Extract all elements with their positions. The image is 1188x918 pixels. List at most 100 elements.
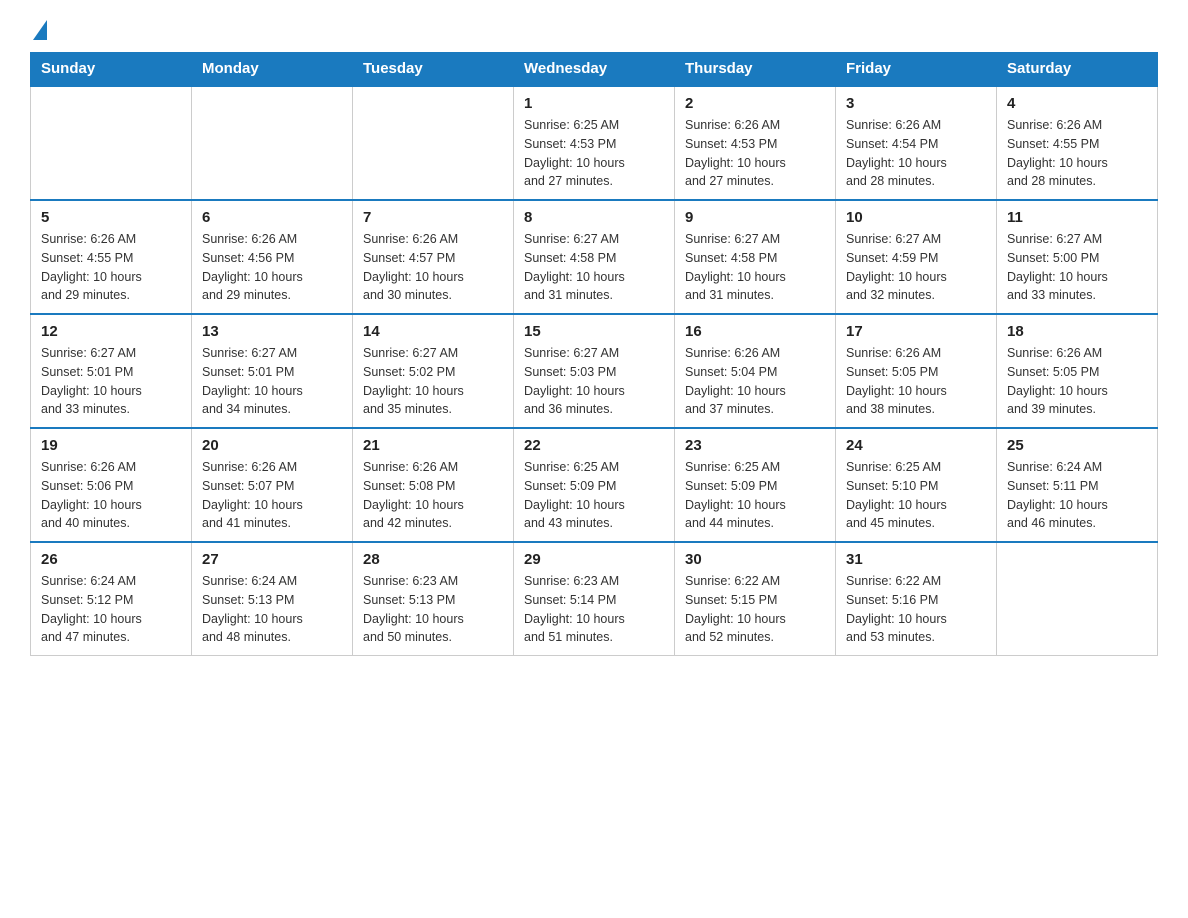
day-info: Sunrise: 6:27 AMSunset: 4:58 PMDaylight:…: [524, 230, 664, 305]
day-number: 5: [41, 209, 181, 226]
day-number: 31: [846, 551, 986, 568]
day-info: Sunrise: 6:26 AMSunset: 5:05 PMDaylight:…: [1007, 344, 1147, 419]
day-number: 27: [202, 551, 342, 568]
day-number: 15: [524, 323, 664, 340]
day-number: 19: [41, 437, 181, 454]
calendar-cell: 25 Sunrise: 6:24 AMSunset: 5:11 PMDayligh…: [997, 428, 1158, 542]
calendar-cell: 27 Sunrise: 6:24 AMSunset: 5:13 PMDayligh…: [192, 542, 353, 656]
calendar-week-3: 12 Sunrise: 6:27 AMSunset: 5:01 PMDayligh…: [31, 314, 1158, 428]
calendar-cell: 26Sunrise: 6:24 AMSunset: 5:12 PMDayligh…: [31, 542, 192, 656]
day-info: Sunrise: 6:26 AMSunset: 5:07 PMDaylight:…: [202, 458, 342, 533]
day-info: Sunrise: 6:26 AMSunset: 4:57 PMDaylight:…: [363, 230, 503, 305]
day-info: Sunrise: 6:24 AMSunset: 5:13 PMDaylight:…: [202, 572, 342, 647]
day-info: Sunrise: 6:26 AMSunset: 4:53 PMDaylight:…: [685, 116, 825, 191]
weekday-header-friday: Friday: [836, 52, 997, 86]
calendar-cell: [997, 542, 1158, 656]
calendar-cell: 19 Sunrise: 6:26 AMSunset: 5:06 PMDayligh…: [31, 428, 192, 542]
day-info: Sunrise: 6:27 AMSunset: 5:02 PMDaylight:…: [363, 344, 503, 419]
day-number: 8: [524, 209, 664, 226]
calendar-cell: 31 Sunrise: 6:22 AMSunset: 5:16 PMDayligh…: [836, 542, 997, 656]
calendar-cell: 22 Sunrise: 6:25 AMSunset: 5:09 PMDayligh…: [514, 428, 675, 542]
calendar-week-2: 5 Sunrise: 6:26 AMSunset: 4:55 PMDaylight…: [31, 200, 1158, 314]
day-info: Sunrise: 6:26 AMSunset: 4:54 PMDaylight:…: [846, 116, 986, 191]
weekday-header-tuesday: Tuesday: [353, 52, 514, 86]
logo: [30, 20, 47, 42]
calendar-table: SundayMondayTuesdayWednesdayThursdayFrid…: [30, 52, 1158, 656]
day-number: 16: [685, 323, 825, 340]
calendar-cell: [353, 86, 514, 200]
day-info: Sunrise: 6:23 AMSunset: 5:14 PMDaylight:…: [524, 572, 664, 647]
day-info: Sunrise: 6:22 AMSunset: 5:15 PMDaylight:…: [685, 572, 825, 647]
day-number: 30: [685, 551, 825, 568]
day-info: Sunrise: 6:27 AMSunset: 4:59 PMDaylight:…: [846, 230, 986, 305]
calendar-cell: 3 Sunrise: 6:26 AMSunset: 4:54 PMDaylight…: [836, 86, 997, 200]
day-number: 3: [846, 95, 986, 112]
calendar-cell: 21 Sunrise: 6:26 AMSunset: 5:08 PMDayligh…: [353, 428, 514, 542]
day-info: Sunrise: 6:26 AMSunset: 4:55 PMDaylight:…: [41, 230, 181, 305]
calendar-cell: 12 Sunrise: 6:27 AMSunset: 5:01 PMDayligh…: [31, 314, 192, 428]
calendar-week-1: 1Sunrise: 6:25 AMSunset: 4:53 PMDaylight…: [31, 86, 1158, 200]
calendar-cell: 6 Sunrise: 6:26 AMSunset: 4:56 PMDaylight…: [192, 200, 353, 314]
calendar-cell: 18 Sunrise: 6:26 AMSunset: 5:05 PMDayligh…: [997, 314, 1158, 428]
logo-triangle-icon: [33, 20, 47, 40]
weekday-header-thursday: Thursday: [675, 52, 836, 86]
day-number: 25: [1007, 437, 1147, 454]
calendar-cell: 11 Sunrise: 6:27 AMSunset: 5:00 PMDayligh…: [997, 200, 1158, 314]
calendar-cell: 24Sunrise: 6:25 AMSunset: 5:10 PMDayligh…: [836, 428, 997, 542]
weekday-header-sunday: Sunday: [31, 52, 192, 86]
calendar-cell: 14 Sunrise: 6:27 AMSunset: 5:02 PMDayligh…: [353, 314, 514, 428]
calendar-cell: [31, 86, 192, 200]
calendar-cell: 2Sunrise: 6:26 AMSunset: 4:53 PMDaylight…: [675, 86, 836, 200]
day-info: Sunrise: 6:24 AMSunset: 5:11 PMDaylight:…: [1007, 458, 1147, 533]
day-number: 22: [524, 437, 664, 454]
calendar-week-4: 19 Sunrise: 6:26 AMSunset: 5:06 PMDayligh…: [31, 428, 1158, 542]
calendar-cell: 1Sunrise: 6:25 AMSunset: 4:53 PMDaylight…: [514, 86, 675, 200]
day-number: 28: [363, 551, 503, 568]
day-info: Sunrise: 6:24 AMSunset: 5:12 PMDaylight:…: [41, 572, 181, 647]
day-number: 9: [685, 209, 825, 226]
day-info: Sunrise: 6:27 AMSunset: 4:58 PMDaylight:…: [685, 230, 825, 305]
page-header: [30, 20, 1158, 42]
day-info: Sunrise: 6:26 AMSunset: 5:04 PMDaylight:…: [685, 344, 825, 419]
calendar-cell: 13Sunrise: 6:27 AMSunset: 5:01 PMDayligh…: [192, 314, 353, 428]
day-info: Sunrise: 6:27 AMSunset: 5:01 PMDaylight:…: [41, 344, 181, 419]
day-number: 1: [524, 95, 664, 112]
day-number: 17: [846, 323, 986, 340]
calendar-cell: 29 Sunrise: 6:23 AMSunset: 5:14 PMDayligh…: [514, 542, 675, 656]
calendar-cell: [192, 86, 353, 200]
day-info: Sunrise: 6:23 AMSunset: 5:13 PMDaylight:…: [363, 572, 503, 647]
calendar-cell: 30 Sunrise: 6:22 AMSunset: 5:15 PMDayligh…: [675, 542, 836, 656]
day-info: Sunrise: 6:27 AMSunset: 5:01 PMDaylight:…: [202, 344, 342, 419]
day-info: Sunrise: 6:22 AMSunset: 5:16 PMDaylight:…: [846, 572, 986, 647]
calendar-cell: 5 Sunrise: 6:26 AMSunset: 4:55 PMDaylight…: [31, 200, 192, 314]
day-info: Sunrise: 6:26 AMSunset: 5:08 PMDaylight:…: [363, 458, 503, 533]
day-info: Sunrise: 6:26 AMSunset: 4:55 PMDaylight:…: [1007, 116, 1147, 191]
calendar-cell: 15 Sunrise: 6:27 AMSunset: 5:03 PMDayligh…: [514, 314, 675, 428]
day-info: Sunrise: 6:27 AMSunset: 5:00 PMDaylight:…: [1007, 230, 1147, 305]
day-info: Sunrise: 6:27 AMSunset: 5:03 PMDaylight:…: [524, 344, 664, 419]
day-info: Sunrise: 6:26 AMSunset: 5:06 PMDaylight:…: [41, 458, 181, 533]
day-info: Sunrise: 6:25 AMSunset: 5:09 PMDaylight:…: [524, 458, 664, 533]
day-info: Sunrise: 6:25 AMSunset: 5:09 PMDaylight:…: [685, 458, 825, 533]
calendar-cell: 23Sunrise: 6:25 AMSunset: 5:09 PMDayligh…: [675, 428, 836, 542]
calendar-cell: 17Sunrise: 6:26 AMSunset: 5:05 PMDayligh…: [836, 314, 997, 428]
calendar-cell: 16 Sunrise: 6:26 AMSunset: 5:04 PMDayligh…: [675, 314, 836, 428]
weekday-header-monday: Monday: [192, 52, 353, 86]
calendar-week-5: 26Sunrise: 6:24 AMSunset: 5:12 PMDayligh…: [31, 542, 1158, 656]
day-number: 29: [524, 551, 664, 568]
day-number: 6: [202, 209, 342, 226]
day-number: 21: [363, 437, 503, 454]
day-number: 12: [41, 323, 181, 340]
day-info: Sunrise: 6:26 AMSunset: 4:56 PMDaylight:…: [202, 230, 342, 305]
day-number: 10: [846, 209, 986, 226]
calendar-cell: 9 Sunrise: 6:27 AMSunset: 4:58 PMDaylight…: [675, 200, 836, 314]
weekday-header-wednesday: Wednesday: [514, 52, 675, 86]
day-number: 18: [1007, 323, 1147, 340]
day-number: 11: [1007, 209, 1147, 226]
day-number: 14: [363, 323, 503, 340]
calendar-header-row: SundayMondayTuesdayWednesdayThursdayFrid…: [31, 52, 1158, 86]
calendar-cell: 4Sunrise: 6:26 AMSunset: 4:55 PMDaylight…: [997, 86, 1158, 200]
calendar-cell: 8 Sunrise: 6:27 AMSunset: 4:58 PMDaylight…: [514, 200, 675, 314]
calendar-cell: 20Sunrise: 6:26 AMSunset: 5:07 PMDayligh…: [192, 428, 353, 542]
day-number: 7: [363, 209, 503, 226]
